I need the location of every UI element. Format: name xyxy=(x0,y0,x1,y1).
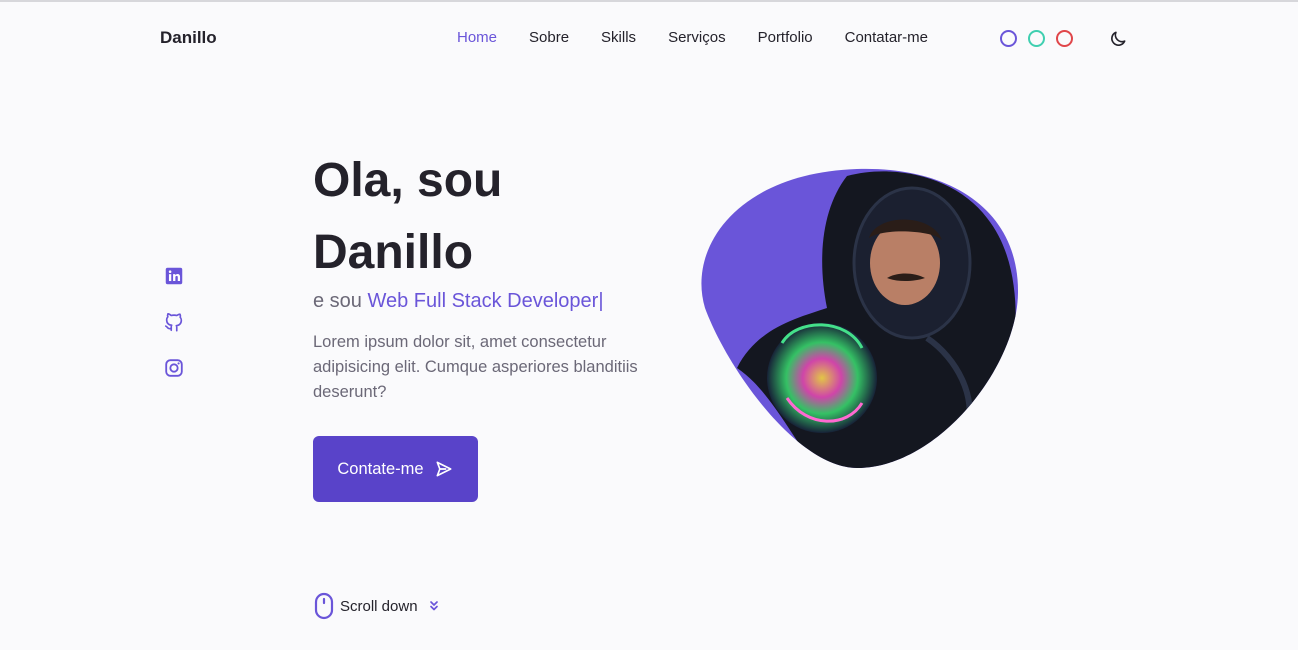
nav-item-sobre[interactable]: Sobre xyxy=(529,29,569,46)
scroll-down-link[interactable]: Scroll down xyxy=(314,592,440,620)
hero-title-line1: Ola, sou xyxy=(313,154,503,207)
hero-subtitle: e sou Web Full Stack Developer| xyxy=(313,290,604,313)
site-logo[interactable]: Danillo xyxy=(160,28,217,48)
send-icon xyxy=(436,461,452,477)
chevrons-down-icon xyxy=(429,601,438,611)
scroll-down-label: Scroll down xyxy=(340,597,418,615)
mouse-icon xyxy=(314,592,334,620)
contact-button-label: Contate-me xyxy=(337,459,424,478)
hero-subtitle-prefix: e sou xyxy=(313,290,368,312)
contact-button[interactable]: Contate-me xyxy=(313,436,478,502)
hero-title-line2: Danillo xyxy=(313,226,474,279)
linkedin-icon[interactable] xyxy=(163,265,185,287)
theme-color-picker xyxy=(1000,30,1073,47)
github-icon[interactable] xyxy=(163,311,185,333)
theme-red-button[interactable] xyxy=(1056,30,1073,47)
nav-item-servicos[interactable]: Serviços xyxy=(668,29,726,46)
instagram-icon[interactable] xyxy=(163,357,185,379)
hero-profile-image xyxy=(701,168,1019,469)
nav-item-home[interactable]: Home xyxy=(457,29,497,46)
hero-description: Lorem ipsum dolor sit, amet consectetur … xyxy=(313,333,638,401)
theme-green-button[interactable] xyxy=(1028,30,1045,47)
moon-icon[interactable] xyxy=(1108,29,1128,49)
nav-item-skills[interactable]: Skills xyxy=(601,29,636,46)
nav-item-portfolio[interactable]: Portfolio xyxy=(758,29,813,46)
main-nav: Home Sobre Skills Serviços Portfolio Con… xyxy=(457,29,960,46)
theme-purple-button[interactable] xyxy=(1000,30,1017,47)
social-links xyxy=(163,265,185,403)
nav-item-contatar[interactable]: Contatar-me xyxy=(845,29,928,46)
hero-title: Ola, sou Danillo xyxy=(313,145,502,289)
hero-role-typed: Web Full Stack Developer| xyxy=(367,290,604,312)
site-header: Danillo Home Sobre Skills Serviços Portf… xyxy=(0,2,1298,74)
